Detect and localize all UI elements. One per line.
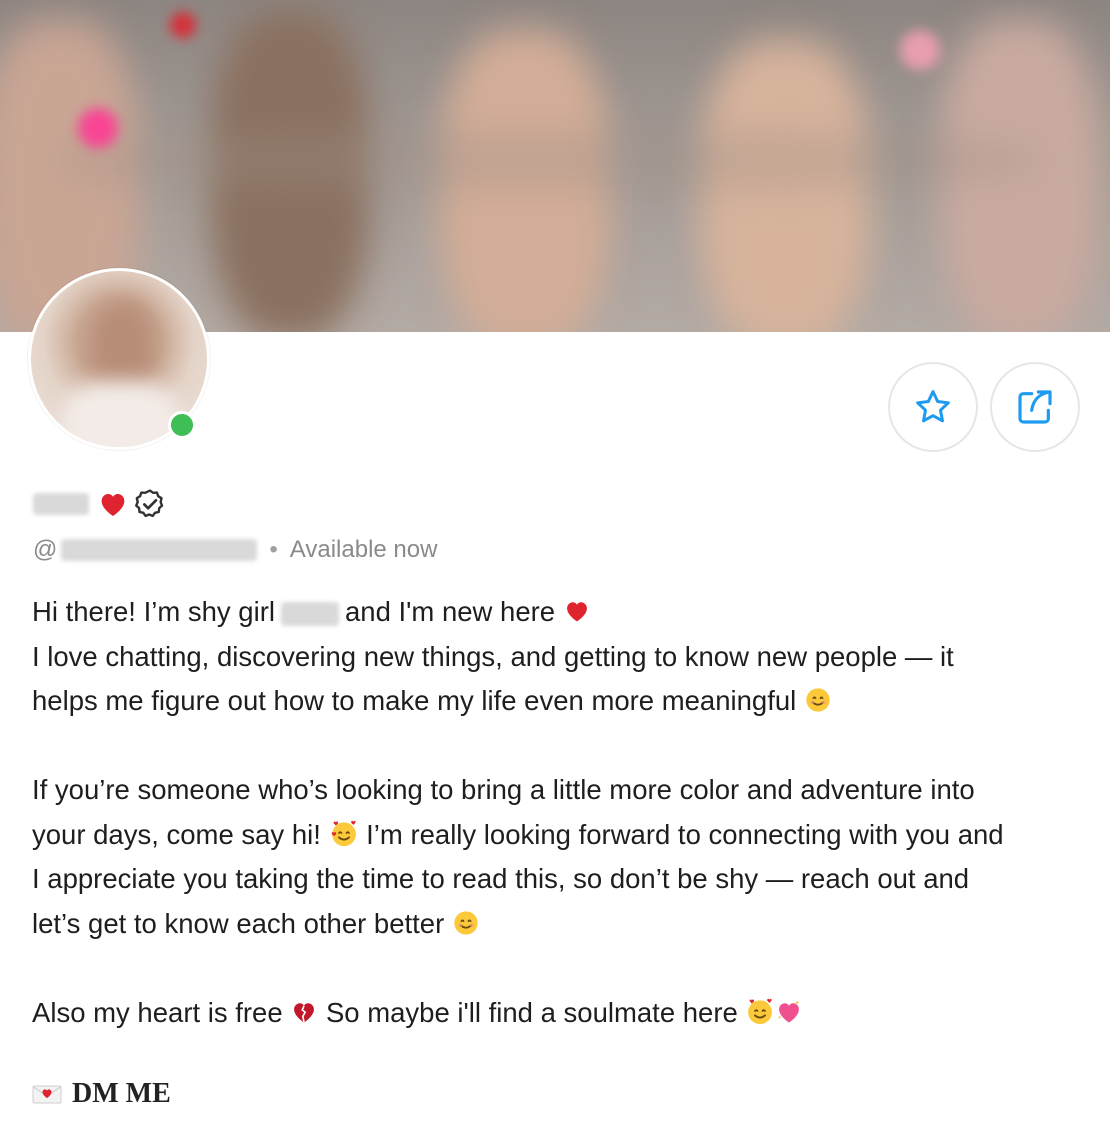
bio-text: helps me figure out how to make my life … <box>32 685 797 716</box>
bio-text: let’s get to know each other better <box>32 907 445 939</box>
smiling-face-with-hearts-icon <box>331 820 356 846</box>
availability-status: Available now <box>289 536 438 563</box>
separator: • <box>269 536 278 563</box>
smiling-face-icon <box>806 688 830 712</box>
favorite-button[interactable] <box>888 362 978 452</box>
red-heart-icon <box>101 494 125 516</box>
bio-text: Hi there! I’m shy girl <box>32 596 275 627</box>
verified-badge-icon <box>135 489 164 518</box>
bio-line: Also my heart is free So maybe i'll find… <box>32 991 1082 1036</box>
bio-line: helps me figure out how to make my life … <box>32 679 1082 724</box>
star-icon <box>916 390 950 423</box>
share-button[interactable] <box>990 362 1080 452</box>
dm-me-link[interactable]: DM ME <box>32 1078 171 1110</box>
online-status-icon <box>168 411 196 439</box>
smiling-face-icon <box>454 910 478 935</box>
smiling-face-with-hearts-icon <box>748 998 773 1024</box>
handle-redacted <box>61 539 258 561</box>
bio-text: your days, come say hi! <box>32 818 321 850</box>
bio-text: and I'm new here <box>344 596 556 627</box>
bio-line: I appreciate you taking the time to read… <box>32 863 970 894</box>
bio-text: Also my heart is free <box>32 996 283 1028</box>
share-icon <box>1018 390 1052 424</box>
bio-line: If you’re someone who’s looking to bring… <box>32 774 975 805</box>
love-letter-icon <box>32 1085 62 1104</box>
bio-text: I’m really looking forward to connecting… <box>366 818 1004 850</box>
bio-line: your days, come say hi! I’m really looki… <box>32 813 1082 858</box>
bio-line: let’s get to know each other better <box>32 902 1082 947</box>
profile-name-row <box>33 484 167 524</box>
name-redacted <box>33 493 89 515</box>
handle-prefix: @ <box>33 536 58 563</box>
sparkling-heart-icon <box>778 999 800 1022</box>
broken-heart-icon <box>294 1002 315 1022</box>
handle-row: @ • Available now <box>33 535 437 565</box>
dm-me-label: DM ME <box>72 1078 171 1109</box>
bio-line: Hi there! I’m shy girl and I'm new here <box>32 590 1082 635</box>
red-heart-icon <box>566 602 587 622</box>
bio-text: So maybe i'll find a soulmate here <box>325 996 738 1028</box>
bio-line: I love chatting, discovering new things,… <box>32 640 954 672</box>
profile-bio: Hi there! I’m shy girl and I'm new here I… <box>32 590 1082 1035</box>
name-redacted <box>280 601 339 626</box>
